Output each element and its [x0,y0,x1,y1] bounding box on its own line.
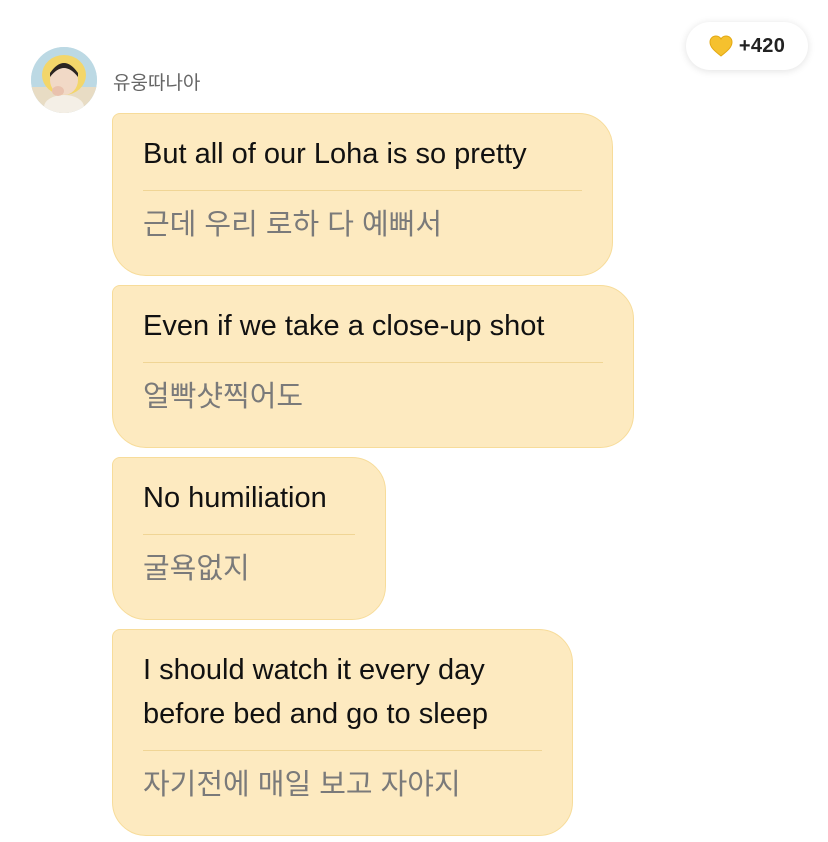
message-bubble[interactable]: I should watch it every day before bed a… [112,629,573,836]
translation-divider [143,534,355,535]
reaction-count: +420 [738,34,786,57]
message-bubble[interactable]: Even if we take a close-up shot 얼빡샷찍어도 [112,285,634,448]
message-text: Even if we take a close-up shot [143,310,545,342]
yellow-heart-icon [709,35,733,57]
chat-screen: +420 유웅따나아 But all of our Loha is so pre… [0,0,828,842]
message-translation: 근데 우리 로하 다 예뻐서 [143,209,443,241]
sender-name: 유웅따나아 [113,73,201,94]
translation-divider [143,190,582,191]
translation-divider [143,362,603,363]
avatar[interactable] [31,47,97,113]
message-translation: 굴욕없지 [143,553,250,585]
message-bubble[interactable]: But all of our Loha is so pretty 근데 우리 로… [112,113,613,276]
avatar-photo [31,47,97,113]
message-text: No humiliation [143,482,327,514]
message-text: But all of our Loha is so pretty [143,138,527,170]
message-text-line-2: before bed and go to sleep [143,698,489,730]
message-translation: 얼빡샷찍어도 [143,381,304,413]
translation-divider [143,750,542,751]
message-translation: 자기전에 매일 보고 자야지 [143,769,461,801]
message-text-line-1: I should watch it every day [143,654,485,686]
message-bubble[interactable]: No humiliation 굴욕없지 [112,457,386,620]
reaction-badge[interactable]: +420 [686,22,808,70]
